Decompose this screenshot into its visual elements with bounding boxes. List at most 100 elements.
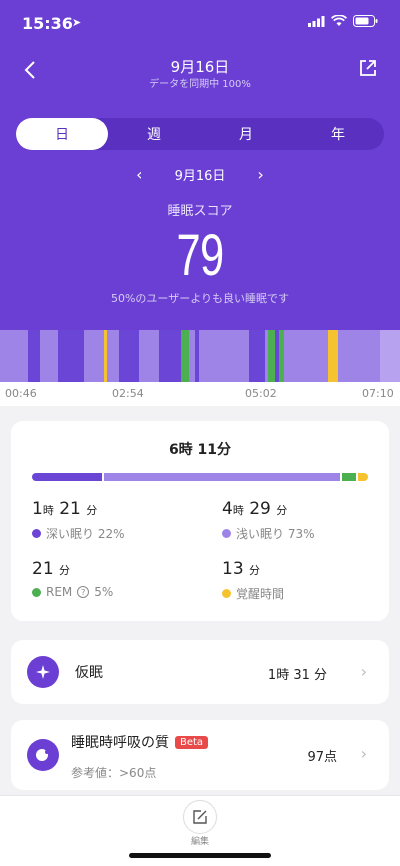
breathing-reference: 参考値：>60点 <box>71 766 157 780</box>
light-dot <box>222 529 231 538</box>
timeline-segment-light <box>84 330 104 382</box>
timeline-segment-light <box>199 330 249 382</box>
timeline-segment-rem <box>268 330 275 382</box>
sleep-timeline <box>0 330 400 382</box>
chevron-right-icon: › <box>360 662 367 681</box>
signal-icon <box>308 15 325 27</box>
home-indicator[interactable] <box>129 853 271 858</box>
deep-minutes-unit: 分 <box>86 504 98 517</box>
light-hours: 4 <box>222 499 233 519</box>
stage-proportion-bar <box>32 473 368 481</box>
rem-label: REM <box>46 585 73 599</box>
total-sleep-duration: 6時 11分 <box>168 442 232 458</box>
tab-month[interactable]: 月 <box>200 118 292 150</box>
timeline-segment-deep <box>119 330 139 382</box>
status-time: 15:36 <box>22 14 73 33</box>
deep-hours: 1 <box>32 499 43 519</box>
rem-minutes: 21 <box>32 559 54 579</box>
prev-date-button[interactable]: ‹ <box>134 165 144 184</box>
location-icon: ➤ <box>72 16 82 29</box>
rem-minutes-unit: 分 <box>59 564 71 577</box>
edit-button[interactable] <box>183 800 217 834</box>
status-icons <box>308 15 378 27</box>
header: 15:36 ➤ 9月16日 データを同期中 100% 日 週 月 年 ‹ 9月1… <box>0 0 400 330</box>
sleep-summary-card: 6時 11分 1時 21 分 深い眠り 22% 4時 29 分 浅い眠り 73%… <box>11 421 389 621</box>
current-date: 9月16日 <box>174 169 226 184</box>
axis-label-2: 02:54 <box>112 387 144 400</box>
beta-badge: Beta <box>175 736 209 749</box>
timeline-segment-light <box>189 330 195 382</box>
light-label: 浅い眠り 73% <box>236 527 315 541</box>
timeline-segment-deep <box>159 330 181 382</box>
tab-week[interactable]: 週 <box>108 118 200 150</box>
timeline-segment-deep <box>28 330 40 382</box>
breathing-icon <box>27 739 59 771</box>
share-icon <box>360 60 376 76</box>
nap-duration: 1時 31 分 <box>267 668 327 683</box>
timeline-segment-deep <box>275 330 279 382</box>
light-minutes: 29 <box>249 499 271 519</box>
rem-percent: 5% <box>94 585 114 599</box>
axis-label-end: 07:10 <box>362 387 394 400</box>
breathing-score: 97点 <box>307 750 337 765</box>
light-sleep-stat: 4時 29 分 浅い眠り 73% <box>222 499 315 542</box>
period-tabs: 日 週 月 年 <box>16 118 384 150</box>
deep-sleep-stat: 1時 21 分 深い眠り 22% <box>32 499 125 542</box>
breathing-title: 睡眠時呼吸の質 <box>71 735 169 751</box>
chevron-right-icon: › <box>360 744 367 763</box>
next-date-button[interactable]: › <box>255 165 265 184</box>
awake-dot <box>222 589 231 598</box>
timeline-segment-light <box>107 330 119 382</box>
awake-label: 覚醒時間 <box>236 587 285 601</box>
deep-minutes: 21 <box>59 499 81 519</box>
timeline-segment-awake <box>328 330 338 382</box>
nap-label: 仮眠 <box>75 665 103 681</box>
timeline-axis: 00:46 02:54 05:02 07:10 <box>0 382 400 406</box>
breathing-quality-card[interactable]: 睡眠時呼吸の質 Beta 参考値：>60点 97点 › <box>11 720 389 790</box>
bar-segment-light <box>103 473 342 481</box>
timeline-segment-light <box>338 330 380 382</box>
edit-icon <box>193 810 207 824</box>
timeline-segment-light <box>40 330 58 382</box>
light-minutes-unit: 分 <box>276 504 288 517</box>
page-title: 9月16日 <box>170 58 230 76</box>
breathing-label: 睡眠時呼吸の質 Beta <box>71 732 209 752</box>
deep-dot <box>32 529 41 538</box>
share-button[interactable] <box>358 58 382 82</box>
bar-segment-deep <box>32 473 104 481</box>
timeline-segment-light <box>0 330 28 382</box>
wifi-icon <box>331 15 347 26</box>
timeline-segment-deep <box>249 330 265 382</box>
tab-day[interactable]: 日 <box>16 118 108 150</box>
deep-hours-unit: 時 <box>42 504 54 517</box>
timeline-segment-light <box>284 330 328 382</box>
timeline-segment-light <box>139 330 159 382</box>
timeline-segment-deep <box>58 330 84 382</box>
light-hours-unit: 時 <box>232 504 244 517</box>
timeline-segment-deep <box>195 330 199 382</box>
rem-dot <box>32 587 41 597</box>
status-bar: 15:36 ➤ <box>0 0 400 46</box>
awake-stat: 13 分 覚醒時間 <box>222 559 284 602</box>
deep-label: 深い眠り 22% <box>46 527 125 541</box>
awake-minutes-unit: 分 <box>249 564 261 577</box>
sleep-timeline-chart <box>0 330 380 382</box>
sync-status: データを同期中 100% <box>149 79 251 90</box>
timeline-segment-light <box>265 330 268 382</box>
timeline-segment-rem <box>181 330 189 382</box>
timeline-segment-rem <box>279 330 284 382</box>
battery-icon <box>353 15 378 27</box>
help-icon[interactable]: ? <box>77 586 90 598</box>
bar-segment-awake <box>358 473 368 481</box>
date-selector: ‹ 9月16日 › <box>0 165 400 184</box>
rem-stat: 21 分 REM? 5% <box>32 559 113 599</box>
tab-year[interactable]: 年 <box>292 118 384 150</box>
sleep-score-value: 79 <box>176 223 225 288</box>
bar-segment-rem <box>341 473 359 481</box>
edit-label: 編集 <box>190 837 209 847</box>
axis-label-3: 05:02 <box>245 387 277 400</box>
axis-label-start: 00:46 <box>5 387 37 400</box>
nap-card[interactable]: 仮眠 1時 31 分 › <box>11 640 389 704</box>
bottom-bar: 編集 <box>0 795 400 866</box>
nap-icon <box>27 656 59 688</box>
